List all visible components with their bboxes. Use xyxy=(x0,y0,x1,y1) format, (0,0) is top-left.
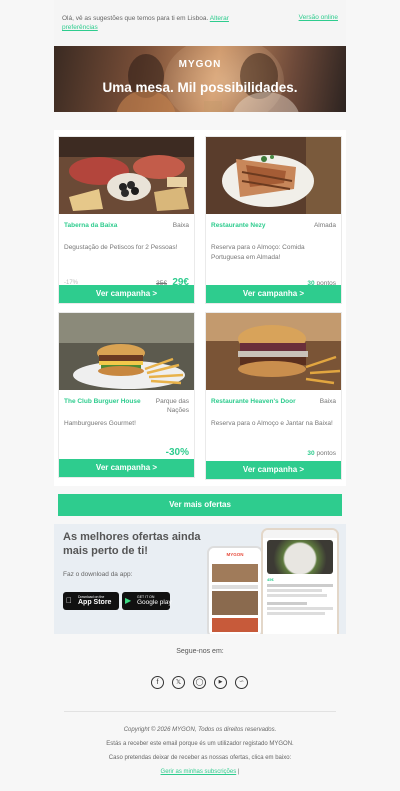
offer-location: Baixa xyxy=(172,222,189,229)
facebook-icon[interactable]: f xyxy=(151,676,164,689)
footer-divider xyxy=(64,711,336,712)
promo-title: As melhores ofertas ainda mais perto de … xyxy=(63,531,201,557)
google-play-button[interactable]: ▶ GET IT ON Google play xyxy=(122,592,172,610)
offer-name: Taberna da Baixa xyxy=(64,222,118,229)
social-icons: f 𝕏 ◯ ▶ ∽ xyxy=(150,676,250,690)
offer-card[interactable]: Restaurante Heaven's Door Baixa Reserva … xyxy=(205,312,342,480)
view-campaign-button[interactable]: Ver campanha > xyxy=(206,461,341,479)
offer-image xyxy=(59,137,194,214)
app-promo: As melhores ofertas ainda mais perto de … xyxy=(54,524,346,634)
offer-description: Reserva para o Almoço e Jantar na Baixa! xyxy=(211,420,333,427)
google-play-label: Google play xyxy=(137,599,172,606)
hero-people-illustration xyxy=(116,53,299,112)
promo-download-label: Faz o download da app: xyxy=(63,571,133,578)
view-campaign-button[interactable]: Ver campanha > xyxy=(59,459,194,477)
manage-subscriptions-link[interactable]: Gerir as minhas subscrições xyxy=(161,769,237,775)
play-icon: ▶ xyxy=(125,596,132,605)
footer-link-separator: | xyxy=(237,769,240,775)
more-offers-button[interactable]: Ver mais ofertas xyxy=(58,494,342,516)
hero-title: Uma mesa. Mil possibilidades. xyxy=(102,80,298,95)
offer-description: Degustação de Petiscos for 2 Pessoas! xyxy=(64,244,178,251)
offer-description: Hamburgueres Gourmet! xyxy=(64,420,136,427)
offer-image xyxy=(206,137,341,214)
x-icon[interactable]: 𝕏 xyxy=(172,676,185,689)
email-page: Olá, vê as sugestões que temos para ti e… xyxy=(0,0,400,791)
offer-card[interactable]: Restaurante Nezy Almada Reserva para o A… xyxy=(205,136,342,304)
top-bar: Olá, vê as sugestões que temos para ti e… xyxy=(54,0,346,46)
instagram-icon[interactable]: ◯ xyxy=(193,676,206,689)
copyright-text: Copyright © 2026 MYGON, Todos os direito… xyxy=(123,727,277,733)
view-campaign-button[interactable]: Ver campanha > xyxy=(206,285,341,303)
online-version-link[interactable]: Versão online xyxy=(299,14,338,21)
offer-image xyxy=(59,313,194,390)
offer-location: Parque das Nações xyxy=(155,398,189,414)
offers-grid: Taberna da Baixa Baixa Degustação de Pet… xyxy=(54,130,346,486)
view-campaign-button[interactable]: Ver campanha > xyxy=(59,285,194,303)
offer-points-label: pontos xyxy=(316,450,336,457)
hero-banner: MYGON Uma mesa. Mil possibilidades. xyxy=(54,46,346,112)
offer-points: 30 pontos xyxy=(307,450,336,457)
follow-label: Segue-nos em: xyxy=(176,648,224,655)
offer-card[interactable]: The Club Burguer House Parque das Nações… xyxy=(58,312,195,478)
app-store-button[interactable]:  Download on the App Store xyxy=(63,592,119,610)
phone-logo: MYGON xyxy=(209,548,261,558)
intro-message: Olá, vê as sugestões que temos para ti e… xyxy=(62,15,209,22)
rss-icon[interactable]: ∽ xyxy=(235,676,248,689)
unsubscribe-info-text: Caso pretendas deixar de receber as noss… xyxy=(108,755,292,761)
phone-price: 45€ xyxy=(267,577,274,582)
offer-location: Almada xyxy=(313,222,336,229)
apple-icon:  xyxy=(66,596,72,605)
phone-mockup-back: MYGON xyxy=(207,546,263,634)
footer-links: Gerir as minhas subscrições | xyxy=(54,769,346,775)
offer-name: Restaurante Nezy xyxy=(211,222,266,229)
offer-name: Restaurante Heaven's Door xyxy=(211,398,296,405)
offer-name: The Club Burguer House xyxy=(64,398,141,405)
mygon-logo: MYGON xyxy=(178,59,222,70)
registered-user-text: Estás a receber este email porque és um … xyxy=(106,741,294,747)
phone-mockup-front: 45€ xyxy=(261,528,339,634)
offer-card[interactable]: Taberna da Baixa Baixa Degustação de Pet… xyxy=(58,136,195,304)
offer-discount-badge: -30% xyxy=(165,447,189,458)
app-store-label: App Store xyxy=(78,599,112,606)
youtube-icon[interactable]: ▶ xyxy=(214,676,227,689)
offer-location: Baixa xyxy=(319,398,336,405)
intro-text: Olá, vê as sugestões que temos para ti e… xyxy=(62,14,232,32)
offer-points-value: 30 xyxy=(307,450,315,457)
offer-image xyxy=(206,313,341,390)
offer-description: Reserva para o Almoço: Comida Portuguesa… xyxy=(211,244,305,261)
